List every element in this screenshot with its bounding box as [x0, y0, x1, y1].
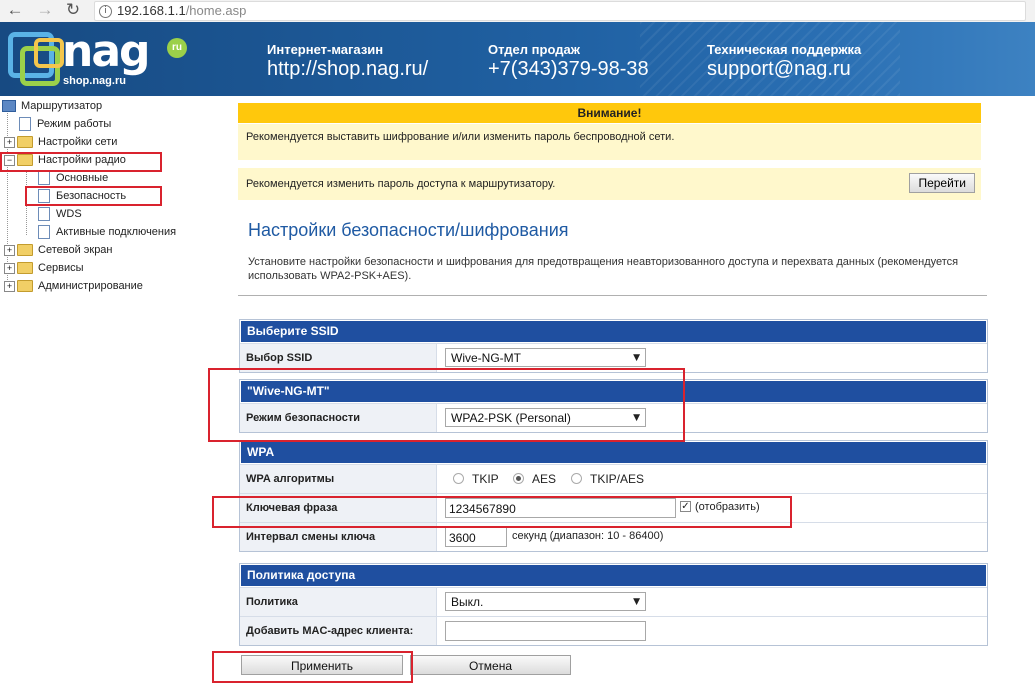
tree-item-label: Администрирование	[38, 280, 143, 292]
tree-item-active[interactable]: Активные подключения	[38, 223, 176, 241]
highlight-radio-settings	[0, 152, 162, 172]
nag-logo[interactable]: nag ru shop.nag.ru	[8, 26, 188, 92]
tree-item-mode[interactable]: Режим работы	[19, 115, 111, 133]
back-icon[interactable]: ←	[4, 0, 26, 20]
warning-text: Рекомендуется выставить шифрование и/или…	[246, 131, 675, 143]
contact-sales-value: +7(343)379-98-38	[488, 58, 649, 80]
radio-tkip[interactable]	[453, 473, 464, 484]
tree-item-label: Основные	[56, 172, 109, 184]
warning-message-password: Рекомендуется изменить пароль доступа к …	[238, 168, 981, 200]
page-icon	[38, 207, 50, 222]
page-title: Настройки безопасности/шифрования	[248, 220, 569, 240]
url-host: 192.168.1.1	[117, 3, 186, 18]
dropdown-arrow-icon: ▼	[633, 353, 640, 363]
warning-title: Внимание!	[238, 103, 981, 123]
warning-text: Рекомендуется изменить пароль доступа к …	[246, 178, 556, 190]
ssid-select-value: Wive-NG-MT	[451, 351, 521, 365]
key-interval-input[interactable]: 3600	[445, 527, 507, 547]
contact-support-title: Техническая поддержка	[707, 42, 862, 57]
key-interval-hint: секунд (диапазон: 10 - 86400)	[512, 530, 664, 542]
forward-icon[interactable]: →	[34, 0, 56, 20]
dropdown-arrow-icon: ▼	[633, 597, 640, 607]
tree-root[interactable]: Маршрутизатор	[2, 97, 102, 115]
field-label: Политика	[240, 588, 437, 616]
address-bar[interactable]: i 192.168.1.1/home.asp	[94, 1, 1026, 21]
contact-sales: Отдел продаж +7(343)379-98-38	[488, 42, 649, 81]
tree-item-services[interactable]: + Сервисы	[4, 259, 84, 277]
wpa-algorithms-row: WPA алгоритмы TKIP AES TKIP/AES	[240, 464, 987, 493]
page-description: Установите настройки безопасности и шифр…	[248, 256, 959, 282]
radio-aes-label: AES	[532, 472, 557, 486]
highlight-apply	[212, 651, 413, 683]
highlight-passphrase	[212, 496, 792, 528]
contact-support: Техническая поддержка support@nag.ru	[707, 42, 861, 81]
radio-tkip-label: TKIP	[472, 472, 499, 486]
tree-item-label: Режим работы	[37, 118, 112, 130]
cancel-button[interactable]: Отмена	[410, 655, 571, 675]
page-icon	[38, 171, 50, 186]
folder-icon	[17, 136, 33, 149]
mac-address-input[interactable]	[445, 621, 646, 641]
policy-select-value: Выкл.	[451, 595, 484, 609]
contact-shop-value[interactable]: http://shop.nag.ru/	[267, 58, 428, 81]
reload-icon[interactable]: ↻	[62, 0, 84, 20]
expand-icon[interactable]: +	[4, 262, 15, 274]
page-icon	[38, 225, 50, 240]
url-text: 192.168.1.1/home.asp	[117, 3, 246, 18]
tree-item-label: Сетевой экран	[38, 244, 113, 256]
section-header: Политика доступа	[240, 564, 987, 587]
radio-tkip-aes-label: TKIP/AES	[590, 472, 645, 486]
radio-tkip-aes[interactable]	[571, 473, 582, 484]
tree-item-label: Активные подключения	[56, 226, 177, 238]
mac-row: Добавить MAC-адрес клиента:	[240, 616, 987, 645]
field-label: WPA алгоритмы	[240, 465, 437, 493]
expand-icon[interactable]: +	[4, 136, 15, 148]
ssid-section: Выберите SSID Выбор SSID Wive-NG-MT ▼	[239, 319, 988, 373]
logo-word: nag	[62, 26, 151, 77]
page-icon	[19, 117, 31, 132]
policy-select[interactable]: Выкл. ▼	[445, 592, 646, 611]
logo-subtitle: shop.nag.ru	[63, 75, 126, 87]
contact-sales-title: Отдел продаж	[488, 42, 580, 57]
tree-root-label: Маршрутизатор	[21, 100, 103, 112]
tree-item-firewall[interactable]: + Сетевой экран	[4, 241, 113, 259]
logo-ru-badge: ru	[167, 38, 187, 58]
highlight-security-mode	[208, 368, 685, 442]
folder-icon	[17, 244, 33, 257]
ssid-select[interactable]: Wive-NG-MT ▼	[445, 348, 646, 367]
computer-icon	[2, 100, 16, 113]
tree-item-network[interactable]: + Настройки сети	[4, 133, 117, 151]
tree-item-admin[interactable]: + Администрирование	[4, 277, 143, 295]
expand-icon[interactable]: +	[4, 280, 15, 292]
folder-icon	[17, 280, 33, 293]
tree-item-wds[interactable]: WDS	[38, 205, 82, 223]
folder-icon	[17, 262, 33, 275]
section-header: Выберите SSID	[240, 320, 987, 343]
expand-icon[interactable]: +	[4, 244, 15, 256]
field-label: Добавить MAC-адрес клиента:	[240, 617, 437, 645]
contact-shop-title: Интернет-магазин	[267, 42, 384, 57]
header-banner: nag ru shop.nag.ru Интернет-магазин http…	[0, 22, 1035, 96]
logo-square-yellow	[34, 38, 64, 68]
highlight-security	[25, 186, 162, 206]
tree-item-label: WDS	[56, 208, 82, 220]
browser-toolbar: ← → ↻ i 192.168.1.1/home.asp	[0, 0, 1035, 23]
contact-shop: Интернет-магазин http://shop.nag.ru/	[267, 42, 428, 81]
access-policy-section: Политика доступа Политика Выкл. ▼ Добавит…	[239, 563, 988, 646]
divider	[238, 295, 987, 296]
policy-row: Политика Выкл. ▼	[240, 587, 987, 616]
section-header: WPA	[240, 441, 987, 464]
goto-button[interactable]: Перейти	[909, 173, 975, 193]
tree-item-label: Сервисы	[38, 262, 84, 274]
radio-aes[interactable]	[513, 473, 524, 484]
warning-message-wifi: Рекомендуется выставить шифрование и/или…	[238, 124, 981, 160]
tree-item-label: Настройки сети	[38, 136, 118, 148]
contact-support-value[interactable]: support@nag.ru	[707, 58, 861, 81]
info-icon[interactable]: i	[99, 5, 112, 18]
url-path: /home.asp	[185, 3, 247, 18]
